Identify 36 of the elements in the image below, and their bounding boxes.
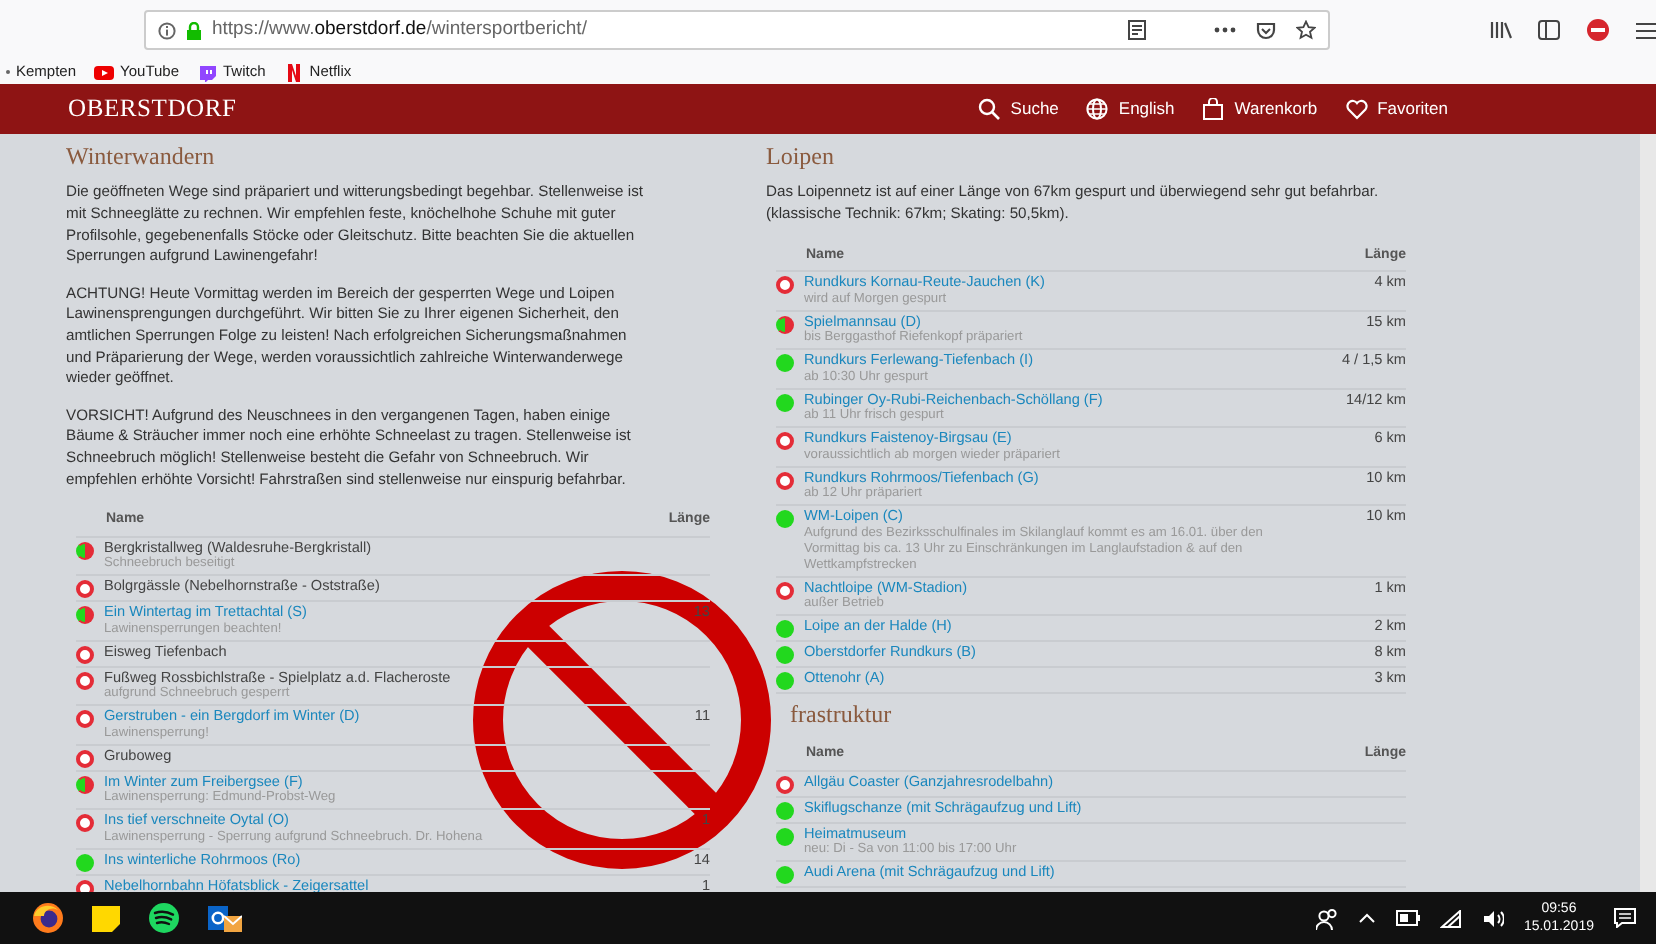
chevron-up-icon[interactable] [1357, 912, 1376, 924]
more-icon[interactable] [1214, 26, 1236, 34]
scrollbar[interactable] [1640, 134, 1656, 892]
menu-icon[interactable] [1636, 21, 1656, 39]
volume-icon[interactable] [1481, 909, 1504, 927]
nav-link[interactable]: Suche [978, 96, 1059, 122]
nav-link[interactable]: English [1086, 96, 1175, 122]
sidebar-icon[interactable] [1538, 20, 1560, 40]
pocket-icon[interactable] [1256, 21, 1276, 39]
mail-app-icon[interactable] [208, 902, 242, 934]
battery-icon[interactable] [1395, 910, 1420, 926]
globe-icon [1086, 98, 1109, 120]
sticky-note-icon[interactable] [92, 905, 120, 931]
letter-n-icon [283, 63, 304, 81]
network-icon[interactable] [1439, 909, 1462, 927]
browser-app-icon[interactable] [32, 902, 64, 934]
adblock-icon[interactable] [1586, 18, 1610, 42]
search-icon [978, 98, 1001, 120]
section-title: Loipen [766, 142, 836, 171]
shopping-bag-icon [1202, 98, 1225, 120]
notification-icon[interactable] [1614, 908, 1636, 928]
address-bar[interactable]: https://www.oberstdorf.de/wintersportbericht/ [144, 10, 1330, 50]
url-text: https://www.oberstdorf.de/wintersportbericht/ [212, 15, 587, 44]
heart-icon [1345, 98, 1368, 120]
bookmark-star-icon[interactable] [1296, 20, 1316, 40]
library-icon[interactable] [1490, 20, 1512, 40]
site-logo[interactable]: OBERSTDORF [68, 90, 237, 128]
info-icon[interactable] [158, 21, 176, 39]
section-title: Winterwandern [66, 142, 217, 171]
nav-link[interactable]: Warenkorb [1202, 96, 1318, 122]
nav-link[interactable]: Favoriten [1345, 96, 1448, 122]
reader-view-icon[interactable] [1128, 20, 1146, 40]
lock-icon [186, 21, 202, 39]
music-app-icon[interactable] [148, 902, 180, 934]
people-icon[interactable] [1315, 907, 1338, 929]
section-title: frastruktur [788, 700, 894, 729]
